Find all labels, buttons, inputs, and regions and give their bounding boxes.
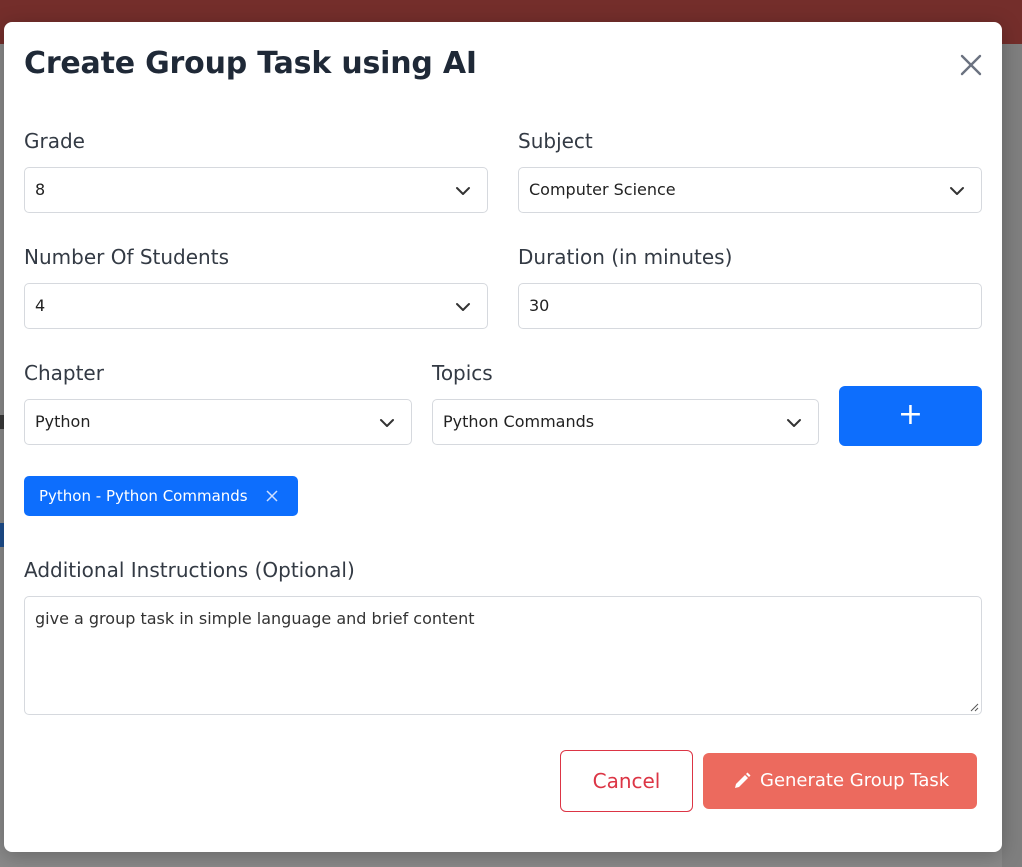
generate-group-task-button[interactable]: Generate Group Task (703, 753, 977, 809)
chapter-select[interactable]: Python (24, 399, 412, 445)
resize-grip-icon[interactable] (969, 702, 979, 712)
close-icon[interactable] (956, 50, 986, 80)
chevron-down-icon (950, 187, 964, 195)
chevron-down-icon (380, 419, 394, 427)
subject-select[interactable]: Computer Science (518, 167, 982, 213)
add-topic-button[interactable]: + (839, 386, 982, 446)
students-select[interactable]: 4 (24, 283, 488, 329)
grade-select[interactable]: 8 (24, 167, 488, 213)
topics-label: Topics (432, 361, 493, 385)
grade-value: 8 (35, 180, 46, 199)
generate-button-label: Generate Group Task (760, 770, 950, 791)
cancel-button[interactable]: Cancel (560, 750, 693, 812)
topics-select[interactable]: Python Commands (432, 399, 819, 445)
chevron-down-icon (787, 419, 801, 427)
subject-label: Subject (518, 129, 593, 153)
grade-label: Grade (24, 129, 85, 153)
background-strip (1002, 44, 1022, 867)
chapter-label: Chapter (24, 361, 104, 385)
remove-chip-icon[interactable] (266, 490, 278, 502)
create-group-task-modal: Create Group Task using AI Grade 8 Subje… (4, 22, 1002, 852)
students-label: Number Of Students (24, 245, 229, 269)
topics-value: Python Commands (443, 412, 595, 431)
chapter-value: Python (35, 412, 91, 431)
chevron-down-icon (456, 187, 470, 195)
chevron-down-icon (456, 303, 470, 311)
students-value: 4 (35, 296, 46, 315)
chip-label: Python - Python Commands (39, 487, 248, 505)
instructions-label: Additional Instructions (Optional) (24, 558, 355, 582)
subject-value: Computer Science (529, 180, 676, 199)
duration-value: 30 (529, 296, 550, 315)
selected-topic-chip: Python - Python Commands (24, 476, 298, 516)
duration-label: Duration (in minutes) (518, 245, 733, 269)
modal-title: Create Group Task using AI (24, 46, 477, 81)
pencil-icon (735, 772, 751, 788)
instructions-textarea[interactable]: give a group task in simple language and… (24, 596, 982, 715)
duration-input[interactable]: 30 (518, 283, 982, 329)
instructions-value: give a group task in simple language and… (35, 609, 475, 628)
